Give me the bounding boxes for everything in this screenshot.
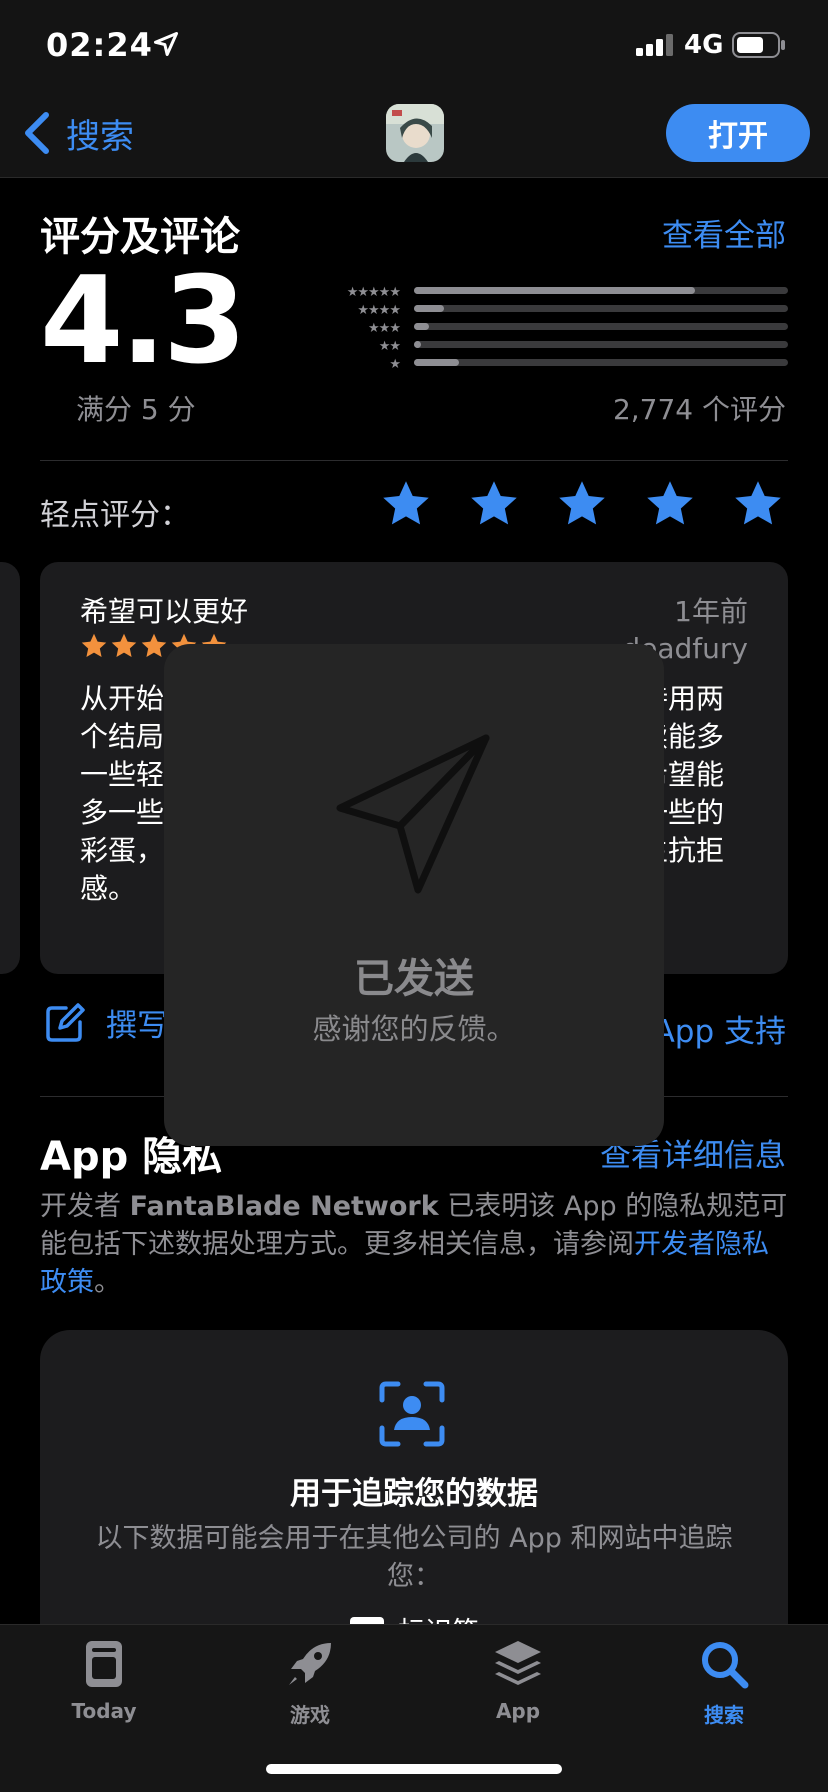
nav-bar: 搜索 打开	[0, 90, 828, 178]
status-time: 02:24	[46, 26, 153, 64]
back-button[interactable]: 搜索	[22, 108, 134, 158]
back-label: 搜索	[66, 116, 134, 157]
rating-bar-fill	[414, 287, 695, 294]
rate-star-3-icon[interactable]	[556, 478, 608, 530]
tab-today[interactable]: Today	[34, 1637, 174, 1737]
rocket-icon	[289, 1643, 331, 1685]
toast-subtitle: 感谢您的反馈。	[312, 1012, 516, 1046]
rating-bar-2-star	[414, 341, 788, 348]
developer-name: FantaBlade Network	[129, 1191, 439, 1222]
battery-icon	[732, 32, 785, 58]
tap-to-rate-stars	[380, 478, 784, 530]
rate-star-2-icon[interactable]	[468, 478, 520, 530]
ratings-count: 2,774 个评分	[612, 393, 786, 426]
status-bar: 02:24 4G	[0, 0, 828, 90]
rate-star-5-icon[interactable]	[732, 478, 784, 530]
review-star-icon	[111, 633, 137, 657]
rating-bar-1-star	[414, 359, 788, 366]
tracking-person-icon	[379, 1381, 445, 1447]
star-level-labels: ★★★★★ ★★★★ ★★★ ★★ ★	[310, 283, 401, 373]
star-level-2: ★★	[378, 338, 401, 354]
privacy-text-suffix: 。	[94, 1267, 121, 1298]
privacy-text-prefix: 开发者	[40, 1191, 130, 1222]
network-type: 4G	[684, 30, 724, 60]
rating-bar-fill	[414, 341, 422, 348]
app-icon[interactable]	[386, 104, 444, 162]
rating-bar-fill	[414, 359, 459, 366]
average-rating: 4.3	[40, 252, 247, 391]
review-date: 1年前	[674, 595, 748, 628]
location-arrow-icon	[153, 31, 179, 57]
search-icon	[702, 1642, 749, 1689]
paper-plane-icon	[336, 734, 490, 894]
feedback-sent-toast: 已发送 感谢您的反馈。	[164, 644, 664, 1146]
home-indicator[interactable]	[266, 1764, 562, 1774]
toast-title: 已发送	[354, 956, 474, 1002]
rating-out-of: 满分 5 分	[76, 393, 196, 426]
tracking-description: 以下数据可能会用于在其他公司的 App 和网站中追踪您：	[95, 1523, 733, 1592]
tab-today-label: Today	[71, 1699, 137, 1723]
privacy-description: 开发者 FantaBlade Network 已表明该 App 的隐私规范可能包…	[40, 1188, 792, 1302]
rating-bar-3-star	[414, 323, 788, 330]
tap-to-rate-label: 轻点评分：	[40, 498, 190, 533]
rating-bar-4-star	[414, 305, 788, 312]
previous-review-card[interactable]	[0, 562, 20, 974]
tab-search-label: 搜索	[704, 1703, 744, 1727]
cellular-signal-icon	[636, 34, 673, 56]
tab-search[interactable]: 搜索	[654, 1637, 794, 1737]
tracking-title: 用于追踪您的数据	[290, 1476, 538, 1512]
star-level-3: ★★★	[368, 320, 401, 336]
app-support-link[interactable]: App 支持	[654, 1006, 786, 1051]
open-button[interactable]: 打开	[666, 104, 810, 162]
rating-bar-fill	[414, 323, 429, 330]
star-level-1: ★	[389, 356, 401, 372]
chevron-left-icon	[25, 112, 49, 154]
rating-bar-5-star	[414, 287, 788, 294]
rating-distribution	[414, 287, 788, 377]
rate-star-1-icon[interactable]	[380, 478, 432, 530]
review-star-icon	[81, 633, 107, 657]
star-level-4: ★★★★	[357, 302, 401, 318]
rate-star-4-icon[interactable]	[644, 478, 696, 530]
compose-icon	[46, 1002, 85, 1042]
tab-games-label: 游戏	[290, 1703, 330, 1727]
today-icon	[86, 1641, 122, 1687]
star-level-5: ★★★★★	[346, 284, 401, 300]
app-stack-icon	[495, 1641, 541, 1685]
tab-apps[interactable]: App	[448, 1637, 588, 1737]
review-title: 希望可以更好	[80, 595, 249, 628]
tab-apps-label: App	[495, 1699, 541, 1723]
review-star-icon	[141, 633, 167, 657]
rating-bar-fill	[414, 305, 444, 312]
see-all-link[interactable]: 查看全部	[662, 210, 786, 255]
tab-games[interactable]: 游戏	[240, 1637, 380, 1737]
divider	[40, 460, 788, 461]
